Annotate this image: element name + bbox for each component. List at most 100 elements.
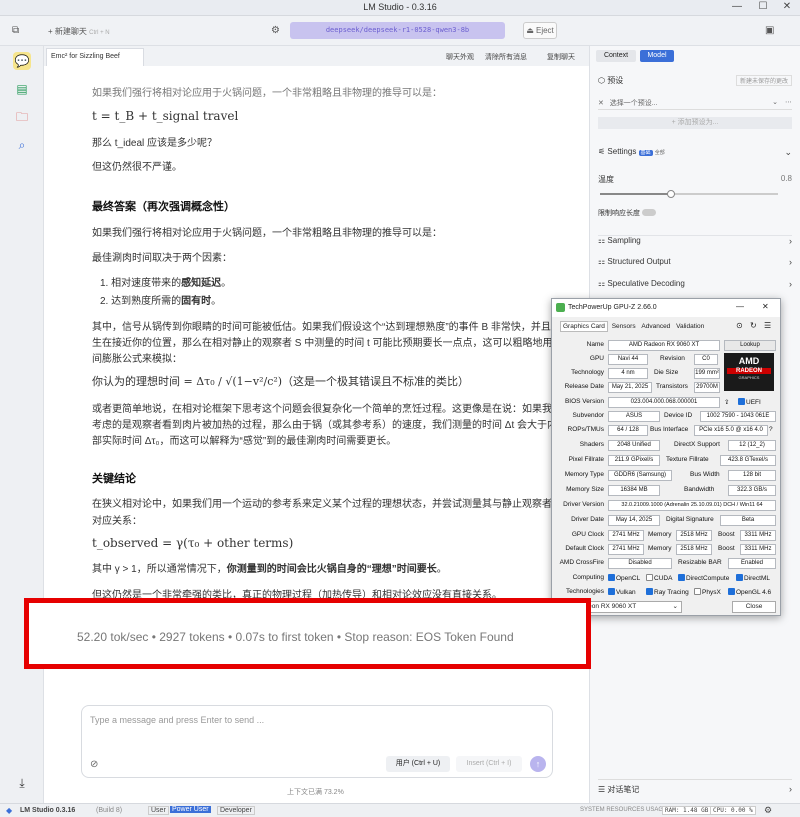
gpuz-row-memtype: Memory Type GDDR6 (Samsung) Bus Width 12… (556, 469, 776, 483)
gpuz-tab-bar: Graphics Card Sensors Advanced Validatio… (560, 321, 706, 332)
temperature-value[interactable]: 0.8 (598, 174, 792, 183)
checkbox-icon[interactable] (738, 398, 745, 405)
checkbox-icon[interactable] (646, 574, 653, 581)
message-text: 或者更简单地说，在相对论框架下思考这个问题会很复杂化一个简单的烹饪过程。这更像是… (92, 404, 562, 415)
chat-icon[interactable]: 💬 (13, 52, 31, 70)
clear-messages-button[interactable]: 清除所有消息 (485, 52, 527, 62)
new-chat-button[interactable]: + 新建聊天 Ctrl + N (48, 26, 110, 37)
gpuz-tab-graphics-card[interactable]: Graphics Card (560, 321, 608, 332)
gpuz-uefi-label: UEFI (746, 399, 761, 406)
limit-length-toggle[interactable] (641, 209, 656, 216)
sliders-icon: ⚟ (598, 147, 606, 156)
user-role-button[interactable]: 用户 (Ctrl + U) (386, 756, 450, 772)
message-input[interactable]: Type a message and press Enter to send .… (90, 715, 264, 725)
notes-section[interactable]: ☰ 对话笔记 › (598, 779, 792, 795)
folder-icon[interactable]: 🗀 (13, 108, 31, 126)
add-preset-button[interactable]: + 添加预设为... (598, 117, 792, 129)
gpuz-opencl-label: OpenCL (616, 575, 641, 582)
menu-icon[interactable]: ☰ (764, 321, 771, 330)
more-icon[interactable]: ⋯ (785, 98, 792, 106)
mode-user[interactable]: User (148, 806, 169, 815)
text-bold: 你测量到的时间会比火锅自身的“理想”时间要长 (226, 564, 437, 575)
gpuz-title: TechPowerUp GPU-Z 2.66.0 (552, 299, 780, 317)
gear-icon[interactable]: ⚙ (271, 25, 280, 36)
temperature-slider-thumb[interactable] (667, 190, 676, 198)
gpuz-app-icon (556, 303, 565, 312)
sidebar-toggle-icon[interactable]: ⧉ (12, 25, 19, 36)
gpuz-tab-sensors[interactable]: Sensors (610, 322, 638, 331)
tab-context[interactable]: Context (596, 50, 636, 62)
generation-stats: 52.20 tok/sec • 2927 tokens • 0.07s to f… (77, 630, 514, 644)
tab-model[interactable]: Model (640, 50, 674, 62)
camera-icon[interactable]: ⊙ (736, 321, 743, 330)
gpuz-lookup-button[interactable]: Lookup (724, 340, 776, 351)
gpuz-uefi: UEFI (738, 398, 761, 406)
settings-badge[interactable]: 基础 (638, 150, 653, 156)
list-item: 2. 达到熟度所需的固有时。 (100, 296, 222, 307)
checkbox-icon[interactable] (694, 588, 701, 595)
help-icon[interactable]: ? (769, 426, 773, 433)
copy-chat-button[interactable]: 复制聊天 (547, 52, 575, 62)
gpuz-buswidth-value: 128 bit (728, 470, 776, 481)
left-rail: 💬 ▤ 🗀 ⌕ ⤓ (0, 46, 44, 803)
chevron-right-icon: › (789, 784, 792, 794)
settings-header[interactable]: ⚟ Settings 基础 全部 ⌄ (598, 147, 792, 157)
message-text: 但这仍然很不严谨。 (92, 162, 182, 173)
gpuz-label: Bandwidth (684, 486, 715, 493)
maximize-button[interactable]: ☐ (756, 1, 770, 13)
panel-toggle-icon[interactable]: ▣ (765, 25, 774, 36)
download-icon[interactable]: ⤓ (13, 774, 31, 792)
gpuz-boost-value: 3311 MHz (740, 530, 776, 541)
share-icon[interactable]: ⇪ (724, 398, 729, 406)
preset-select[interactable]: ✕ 选择一个预设... ⌄ ⋯ (598, 98, 792, 110)
message-text: 其中 γ > 1，所以通常情况下，你测量到的时间会比火锅自身的“理想”时间要长。 (92, 560, 447, 575)
app-build: (Build 8) (96, 807, 123, 814)
preset-action[interactable]: 新建未保存的更改 (735, 75, 792, 86)
structured-output-section[interactable]: ⚏ Structured Output › (598, 257, 792, 267)
mode-power-user[interactable]: Power User (170, 806, 211, 813)
model-selector[interactable]: deepseek/deepseek-r1-0528-qwen3-8b (290, 22, 505, 39)
chat-tab[interactable]: Emc² for Sizzling Beef (46, 48, 144, 66)
checkbox-icon[interactable] (608, 574, 615, 581)
list-text: 。 (221, 278, 232, 289)
title-bar: LM Studio - 0.3.16 — ☐ ✕ (0, 0, 800, 16)
gpuz-row-subvendor: Subvendor ASUS Device ID 1002 7590 - 104… (556, 410, 776, 424)
terminal-icon[interactable]: ▤ (13, 80, 31, 98)
chat-appearance-button[interactable]: 聊天外观 (446, 52, 474, 62)
checkbox-icon[interactable] (678, 574, 685, 581)
gpuz-tab-validation[interactable]: Validation (674, 322, 706, 331)
checkbox-icon[interactable] (736, 574, 743, 581)
temperature-slider[interactable] (600, 190, 778, 198)
speculative-decoding-section[interactable]: ⚏ Speculative Decoding › (598, 279, 792, 289)
checkbox-icon[interactable] (728, 588, 735, 595)
minimize-button[interactable]: — (730, 1, 744, 13)
list-text: 。 (211, 296, 222, 307)
gpuz-minimize-button[interactable]: — (736, 302, 744, 311)
gpuz-close-button[interactable]: ✕ (762, 302, 769, 311)
mode-developer[interactable]: Developer (217, 806, 255, 815)
gpuz-name-value: AMD Radeon RX 9060 XT (608, 340, 720, 351)
gpuz-label: Release Date (564, 383, 604, 390)
lm-studio-window: LM Studio - 0.3.16 — ☐ ✕ ⧉ + 新建聊天 Ctrl +… (0, 0, 800, 817)
close-window-button[interactable]: ✕ (780, 1, 794, 13)
checkbox-icon[interactable] (646, 588, 653, 595)
sampling-section[interactable]: ⚏ Sampling › (598, 235, 792, 246)
checkbox-icon[interactable] (608, 588, 615, 595)
eject-button[interactable]: ⏏ Eject (523, 22, 557, 39)
gpuz-label: Memory Size (566, 486, 604, 493)
gpuz-close-button-bottom[interactable]: Close (732, 601, 776, 613)
gpuz-row-driver-date: Driver Date May 14, 2025 Digital Signatu… (556, 514, 776, 528)
gpuz-tab-advanced[interactable]: Advanced (639, 322, 672, 331)
gpuz-cuda: CUDA (646, 574, 672, 582)
gpuz-row-fillrate: Pixel Fillrate 211.9 GPixel/s Texture Fi… (556, 454, 776, 468)
search-icon[interactable]: ⌕ (13, 136, 31, 154)
insert-button[interactable]: Insert (Ctrl + I) (456, 756, 522, 772)
gear-icon[interactable]: ⚙ (764, 805, 772, 816)
gpuz-release-value: May 21, 2025 (608, 382, 652, 393)
settings-badge-all[interactable]: 全部 (655, 150, 665, 156)
refresh-icon[interactable]: ↻ (750, 321, 757, 330)
send-button[interactable]: ↑ (530, 756, 546, 772)
attach-icon[interactable]: ⊘ (90, 759, 98, 770)
gpuz-gpu-value: Navi 44 (608, 354, 648, 365)
chevron-right-icon: › (789, 279, 792, 289)
